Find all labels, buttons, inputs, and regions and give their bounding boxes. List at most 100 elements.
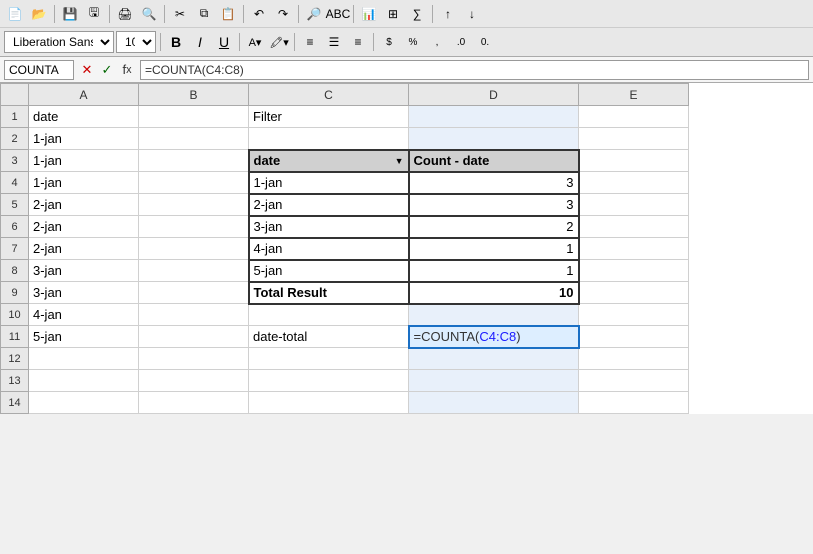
- cell-D2[interactable]: [409, 128, 579, 150]
- cell-C1[interactable]: Filter: [249, 106, 409, 128]
- decimal-inc-button[interactable]: .0: [450, 31, 472, 53]
- italic-button[interactable]: I: [189, 31, 211, 53]
- cell-B14[interactable]: [139, 392, 249, 414]
- cell-A12[interactable]: [29, 348, 139, 370]
- cell-D7[interactable]: 1: [409, 238, 579, 260]
- cell-C14[interactable]: [249, 392, 409, 414]
- bold-button[interactable]: B: [165, 31, 187, 53]
- decimal-dec-button[interactable]: 0.: [474, 31, 496, 53]
- cell-E9[interactable]: [579, 282, 689, 304]
- font-size-selector[interactable]: 10: [116, 31, 156, 53]
- cell-C3[interactable]: date▼: [249, 150, 409, 172]
- confirm-formula-icon[interactable]: ✓: [98, 61, 116, 79]
- cell-E5[interactable]: [579, 194, 689, 216]
- cell-C5[interactable]: 2-jan: [249, 194, 409, 216]
- cell-C2[interactable]: [249, 128, 409, 150]
- cell-C13[interactable]: [249, 370, 409, 392]
- font-color-button[interactable]: A▾: [244, 31, 266, 53]
- cell-B13[interactable]: [139, 370, 249, 392]
- cell-E1[interactable]: [579, 106, 689, 128]
- col-header-A[interactable]: A: [29, 84, 139, 106]
- cell-A7[interactable]: 2-jan: [29, 238, 139, 260]
- cell-C9[interactable]: Total Result: [249, 282, 409, 304]
- underline-button[interactable]: U: [213, 31, 235, 53]
- cut-icon[interactable]: ✂: [169, 3, 191, 25]
- cell-B2[interactable]: [139, 128, 249, 150]
- align-left-button[interactable]: ≡: [299, 31, 321, 53]
- cell-B8[interactable]: [139, 260, 249, 282]
- font-name-selector[interactable]: Liberation Sans: [4, 31, 114, 53]
- cell-E3[interactable]: [579, 150, 689, 172]
- cell-D8[interactable]: 1: [409, 260, 579, 282]
- cell-ref-input[interactable]: [4, 60, 74, 80]
- cell-A3[interactable]: 1-jan: [29, 150, 139, 172]
- cell-B11[interactable]: [139, 326, 249, 348]
- open-icon[interactable]: 📂: [28, 3, 50, 25]
- align-center-button[interactable]: ☰: [323, 31, 345, 53]
- cell-A1[interactable]: date: [29, 106, 139, 128]
- cell-A14[interactable]: [29, 392, 139, 414]
- cell-A4[interactable]: 1-jan: [29, 172, 139, 194]
- cell-A13[interactable]: [29, 370, 139, 392]
- cell-C7[interactable]: 4-jan: [249, 238, 409, 260]
- cell-D11[interactable]: =COUNTA(C4:C8): [409, 326, 579, 348]
- cell-E14[interactable]: [579, 392, 689, 414]
- cell-B5[interactable]: [139, 194, 249, 216]
- percent-button[interactable]: %: [402, 31, 424, 53]
- cell-E2[interactable]: [579, 128, 689, 150]
- cell-A9[interactable]: 3-jan: [29, 282, 139, 304]
- cell-D9[interactable]: 10: [409, 282, 579, 304]
- print-icon[interactable]: 🖨: [114, 3, 136, 25]
- cell-E10[interactable]: [579, 304, 689, 326]
- cell-D13[interactable]: [409, 370, 579, 392]
- cell-C12[interactable]: [249, 348, 409, 370]
- copy-icon[interactable]: ⧉: [193, 3, 215, 25]
- cell-D14[interactable]: [409, 392, 579, 414]
- insert-table-icon[interactable]: ⊞: [382, 3, 404, 25]
- preview-icon[interactable]: 🔍: [138, 3, 160, 25]
- cell-B4[interactable]: [139, 172, 249, 194]
- paste-icon[interactable]: 📋: [217, 3, 239, 25]
- formula-input[interactable]: [140, 60, 809, 80]
- cell-B1[interactable]: [139, 106, 249, 128]
- cell-C6[interactable]: 3-jan: [249, 216, 409, 238]
- cell-B7[interactable]: [139, 238, 249, 260]
- cell-D12[interactable]: [409, 348, 579, 370]
- cell-A8[interactable]: 3-jan: [29, 260, 139, 282]
- dropdown-arrow-icon[interactable]: ▼: [395, 156, 404, 166]
- undo-icon[interactable]: ↶: [248, 3, 270, 25]
- cell-E11[interactable]: [579, 326, 689, 348]
- save2-icon[interactable]: 🖫: [83, 3, 105, 25]
- spellcheck-icon[interactable]: ABC: [327, 3, 349, 25]
- cell-E6[interactable]: [579, 216, 689, 238]
- cell-E13[interactable]: [579, 370, 689, 392]
- cell-B12[interactable]: [139, 348, 249, 370]
- cell-B3[interactable]: [139, 150, 249, 172]
- align-right-button[interactable]: ≡: [347, 31, 369, 53]
- cell-A5[interactable]: 2-jan: [29, 194, 139, 216]
- cell-C11[interactable]: date-total: [249, 326, 409, 348]
- cell-C10[interactable]: [249, 304, 409, 326]
- insert-func-icon[interactable]: ∑: [406, 3, 428, 25]
- col-header-D[interactable]: D: [409, 84, 579, 106]
- sort-desc-icon[interactable]: ↓: [461, 3, 483, 25]
- find-icon[interactable]: 🔎: [303, 3, 325, 25]
- insert-function-icon[interactable]: fx: [118, 61, 136, 79]
- cell-A11[interactable]: 5-jan: [29, 326, 139, 348]
- thousand-button[interactable]: ,: [426, 31, 448, 53]
- save-icon[interactable]: 💾: [59, 3, 81, 25]
- cell-A6[interactable]: 2-jan: [29, 216, 139, 238]
- cell-A2[interactable]: 1-jan: [29, 128, 139, 150]
- cell-B9[interactable]: [139, 282, 249, 304]
- col-header-E[interactable]: E: [579, 84, 689, 106]
- sort-asc-icon[interactable]: ↑: [437, 3, 459, 25]
- col-header-B[interactable]: B: [139, 84, 249, 106]
- highlight-color-button[interactable]: 🖍▾: [268, 31, 290, 53]
- cell-C4[interactable]: 1-jan: [249, 172, 409, 194]
- cell-E7[interactable]: [579, 238, 689, 260]
- new-icon[interactable]: 📄: [4, 3, 26, 25]
- cell-D6[interactable]: 2: [409, 216, 579, 238]
- cell-B10[interactable]: [139, 304, 249, 326]
- cell-D3[interactable]: Count - date: [409, 150, 579, 172]
- cell-D4[interactable]: 3: [409, 172, 579, 194]
